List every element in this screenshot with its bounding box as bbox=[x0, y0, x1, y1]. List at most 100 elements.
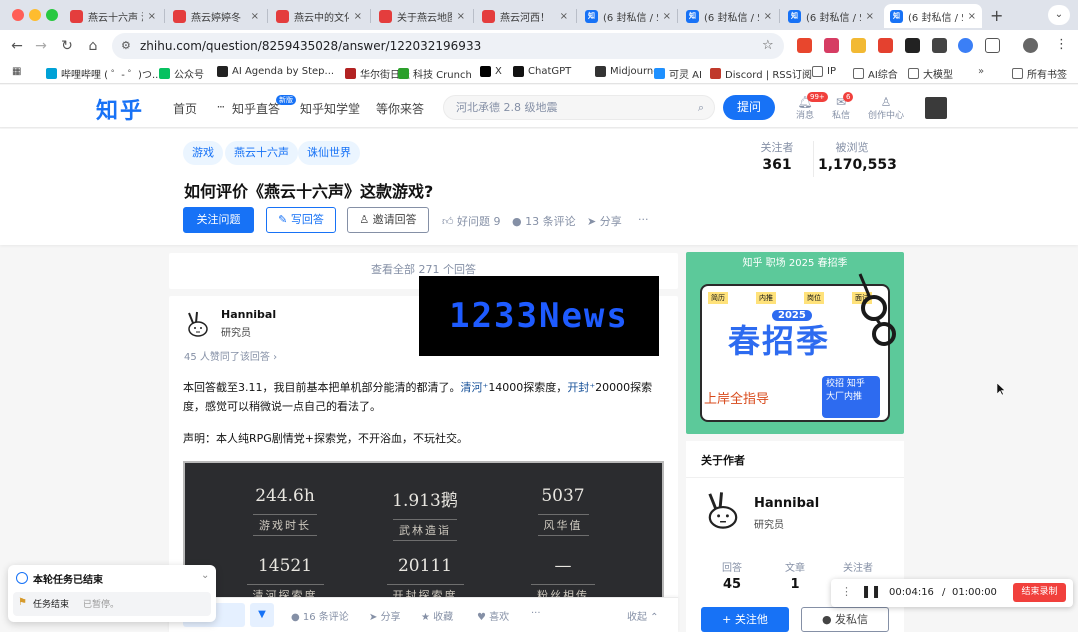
invite-answer-button[interactable]: ♙ 邀请回答 bbox=[347, 207, 429, 233]
like-button[interactable]: ♥ 喜欢 bbox=[477, 608, 509, 623]
good-question-button[interactable]: 👍︎ 好问题 9 bbox=[442, 213, 501, 229]
extension-icon[interactable] bbox=[878, 38, 893, 53]
bookmark-item[interactable]: Discord | RSS订阅 bbox=[710, 66, 812, 81]
followers-count[interactable]: 361 bbox=[757, 157, 797, 173]
author-avatar[interactable] bbox=[701, 488, 745, 532]
bookmark-item[interactable]: 大模型 bbox=[908, 66, 953, 81]
nav-zhida[interactable]: 知乎直答 bbox=[232, 100, 280, 117]
extension-new-icon[interactable] bbox=[797, 38, 812, 53]
close-tab-icon[interactable]: × bbox=[148, 11, 156, 22]
browser-tab[interactable]: 知 (6 封私信 / 5 × bbox=[884, 4, 982, 28]
creator-center-button[interactable]: ♙ 创作中心 bbox=[866, 95, 906, 121]
bookmark-item[interactable]: 科技 Crunch bbox=[398, 66, 472, 81]
extensions-puzzle-icon[interactable] bbox=[985, 38, 1000, 53]
author-stat-value[interactable]: 45 bbox=[702, 577, 762, 592]
bookmark-item[interactable]: 可灵 AI bbox=[654, 66, 702, 81]
user-avatar[interactable] bbox=[925, 97, 947, 119]
likes-summary[interactable]: 45 人赞同了该回答 › bbox=[184, 348, 277, 363]
url-input[interactable]: ⚙ zhihu.com/question/8259435028/answer/1… bbox=[112, 33, 784, 59]
close-tab-icon[interactable]: × bbox=[457, 11, 465, 22]
spring-recruit-ad[interactable]: 知乎 职场 2025 春招季 简历 内推 岗位 面试 2025 春招季 上岸全指… bbox=[686, 252, 904, 434]
chevron-down-icon[interactable]: ⌄ bbox=[201, 570, 209, 581]
topic-tag[interactable]: 游戏 bbox=[183, 141, 223, 165]
question-more-button[interactable]: ··· bbox=[638, 213, 649, 226]
private-messages-button[interactable]: ✉ 私信 6 bbox=[826, 92, 856, 121]
about-author-name[interactable]: Hannibal bbox=[754, 496, 819, 511]
extension-icon[interactable] bbox=[932, 38, 947, 53]
drag-handle-icon[interactable]: ⋮ bbox=[841, 585, 852, 598]
bookmark-item[interactable]: AI综合 bbox=[853, 66, 898, 81]
close-tab-icon[interactable]: × bbox=[866, 11, 874, 22]
end-recording-button[interactable]: 结束录制 bbox=[1013, 583, 1066, 602]
browser-tab[interactable]: 知 (6 封私信 / 5 × bbox=[680, 4, 778, 28]
close-tab-icon[interactable]: × bbox=[764, 11, 772, 22]
answer-share-button[interactable]: ➤ 分享 bbox=[369, 608, 401, 623]
nav-home[interactable]: 首页 bbox=[173, 100, 197, 117]
author-name[interactable]: Hannibal bbox=[221, 308, 276, 321]
bookmark-item[interactable]: AI Agenda by Step... bbox=[217, 66, 334, 77]
favorite-button[interactable]: ★ 收藏 bbox=[421, 608, 453, 623]
close-tab-icon[interactable]: × bbox=[968, 11, 976, 22]
author-stat-value[interactable]: 1 bbox=[765, 577, 825, 592]
tab-search-icon[interactable]: ⌄ bbox=[1048, 5, 1070, 25]
browser-tab[interactable]: 燕云河西！ × bbox=[476, 4, 574, 28]
extension-icon[interactable] bbox=[905, 38, 920, 53]
close-tab-icon[interactable]: × bbox=[354, 11, 362, 22]
close-tab-icon[interactable]: × bbox=[251, 11, 259, 22]
extension-icon[interactable] bbox=[958, 38, 973, 53]
close-window-icon[interactable] bbox=[12, 9, 24, 21]
nav-xuetang[interactable]: 知乎知学堂 bbox=[300, 100, 360, 117]
apps-grid-icon[interactable]: ▦ bbox=[12, 66, 21, 77]
more-bookmarks-icon[interactable]: » bbox=[978, 66, 984, 77]
extension-icon[interactable] bbox=[824, 38, 839, 53]
forward-icon[interactable]: → bbox=[32, 37, 50, 55]
browser-menu-icon[interactable]: ⋮ bbox=[1055, 37, 1068, 52]
all-bookmarks-folder[interactable]: 所有书签 bbox=[1012, 66, 1067, 81]
question-comments-button[interactable]: ● 13 条评论 bbox=[512, 213, 576, 229]
send-message-button[interactable]: ● 发私信 bbox=[801, 607, 889, 632]
keyword-link[interactable]: 开封 bbox=[567, 381, 589, 394]
follow-question-button[interactable]: 关注问题 bbox=[183, 207, 254, 233]
back-icon[interactable]: ← bbox=[8, 37, 26, 55]
maximize-window-icon[interactable] bbox=[46, 9, 58, 21]
search-input[interactable]: 河北承德 2.8 级地震 ⌕ bbox=[443, 95, 715, 120]
browser-tab[interactable]: 燕云十六声 游戏 × bbox=[64, 4, 162, 28]
home-icon[interactable]: ⌂ bbox=[84, 37, 102, 55]
topic-tag[interactable]: 燕云十六声 bbox=[225, 141, 298, 165]
zhihu-logo[interactable]: 知乎 bbox=[96, 93, 144, 125]
close-tab-icon[interactable]: × bbox=[663, 11, 671, 22]
site-info-icon[interactable]: ⚙ bbox=[121, 33, 131, 59]
follow-author-button[interactable]: + 关注他 bbox=[701, 607, 789, 632]
browser-tab[interactable]: 燕云中的文化 × bbox=[270, 4, 368, 28]
pause-icon[interactable]: ❚❚ bbox=[861, 584, 881, 598]
nav-waiting-answers[interactable]: 等你来答 bbox=[376, 100, 424, 117]
reload-icon[interactable]: ↻ bbox=[58, 37, 76, 55]
messages-button[interactable]: 🔔︎ 消息 99+ bbox=[790, 92, 828, 121]
bookmark-item[interactable]: 公众号 bbox=[159, 66, 204, 81]
topic-tag[interactable]: 诛仙世界 bbox=[298, 141, 360, 165]
extension-icon[interactable] bbox=[851, 38, 866, 53]
downvote-button[interactable]: ▼ bbox=[250, 603, 274, 627]
ask-button[interactable]: 提问 bbox=[723, 95, 775, 120]
bookmark-item[interactable]: ChatGPT bbox=[513, 66, 571, 77]
bookmark-item[interactable]: 哔哩哔哩 ( ゜- ゜)つ... bbox=[46, 66, 161, 81]
browser-tab[interactable]: 知 (6 封私信 / 5 × bbox=[782, 4, 880, 28]
profile-avatar[interactable] bbox=[1023, 38, 1038, 53]
collapse-button[interactable]: 收起 ⌃ bbox=[627, 608, 659, 623]
bookmark-item[interactable]: X bbox=[480, 66, 502, 77]
browser-tab[interactable]: 燕云婷婷冬 × bbox=[167, 4, 265, 28]
minimize-window-icon[interactable] bbox=[29, 9, 41, 21]
keyword-link[interactable]: 清河 bbox=[461, 381, 483, 394]
write-answer-button[interactable]: ✎ 写回答 bbox=[266, 207, 336, 233]
answer-more-button[interactable]: ··· bbox=[531, 608, 541, 619]
question-share-button[interactable]: ➤ 分享 bbox=[587, 213, 622, 229]
new-tab-button[interactable]: + bbox=[990, 6, 1003, 25]
browser-tab[interactable]: 知 (6 封私信 / 5 × bbox=[579, 4, 677, 28]
browser-tab[interactable]: 关于燕云地图 × bbox=[373, 4, 471, 28]
close-tab-icon[interactable]: × bbox=[560, 11, 568, 22]
bookmark-star-icon[interactable]: ☆ bbox=[762, 33, 774, 59]
answer-comments-button[interactable]: ● 16 条评论 bbox=[291, 608, 349, 623]
bookmark-item[interactable]: IP bbox=[812, 66, 836, 77]
author-avatar[interactable] bbox=[183, 309, 213, 339]
search-icon[interactable]: ⌕ bbox=[698, 96, 704, 119]
